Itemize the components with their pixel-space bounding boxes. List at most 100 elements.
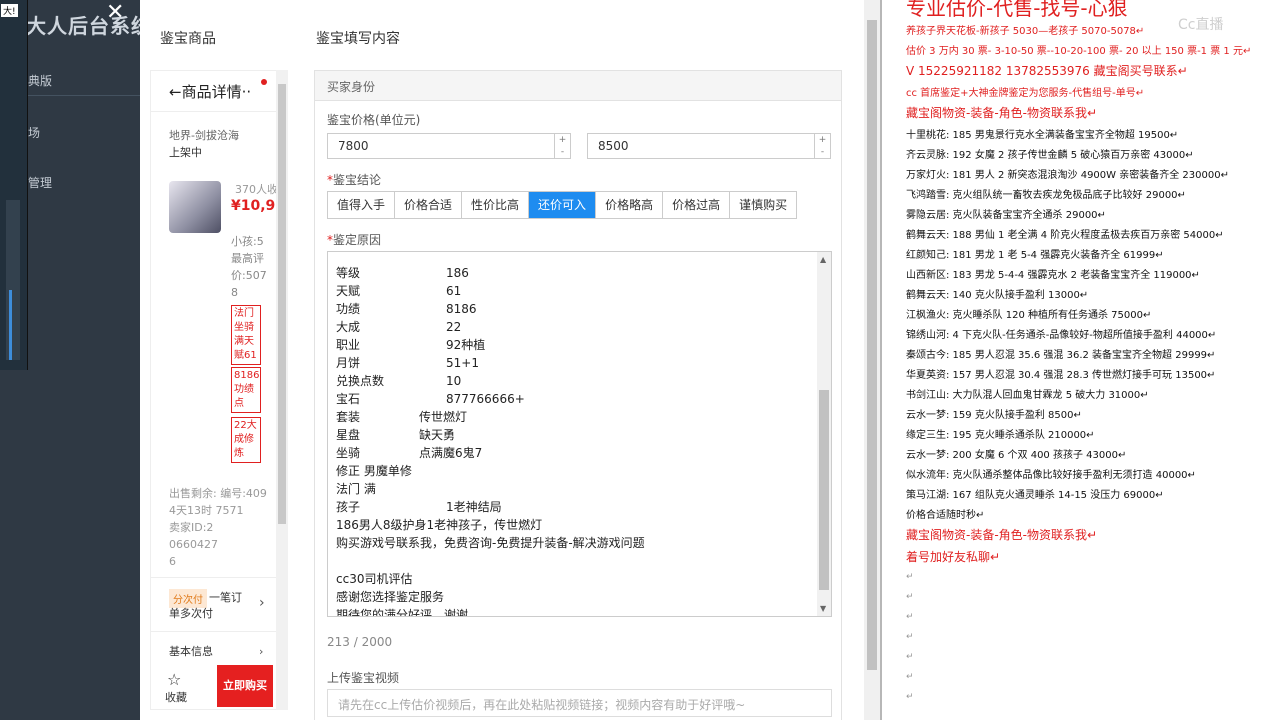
conclusion-option[interactable]: 值得入手 xyxy=(328,192,396,218)
feature-tag: 法门坐骑满天赋61 xyxy=(231,305,261,365)
notes-line: 着号加好友私聊↵ xyxy=(906,550,1001,564)
background-nav-item[interactable]: 典版 xyxy=(28,72,52,89)
paragraph-mark: ↵ xyxy=(906,592,914,602)
notes-line: 齐云灵脉: 192 女魔 2 孩子传世金麟 5 破心猿百万亲密 43000↵ xyxy=(906,150,1194,161)
notes-line: 价格合适随时秒↵ xyxy=(906,510,985,521)
scrollbar-thumb[interactable] xyxy=(819,390,829,590)
preview-scrollbar[interactable] xyxy=(276,70,288,710)
divider xyxy=(151,111,287,112)
paragraph-mark: ↵ xyxy=(906,632,914,642)
scrollbar-thumb[interactable] xyxy=(867,20,877,670)
buy-now-button[interactable]: 立即购买 xyxy=(217,665,273,707)
chevron-right-icon[interactable]: › xyxy=(259,595,265,612)
feature-tag: 22大成修炼 xyxy=(231,417,261,463)
modal-scrollbar[interactable] xyxy=(864,0,880,720)
price-min-input[interactable]: 7800 + - xyxy=(327,133,571,159)
notes-line: 十里桃花: 185 男鬼景行克水全满装备宝宝齐全物超 19500↵ xyxy=(906,130,1179,141)
reason-line: 天赋 61 xyxy=(336,284,462,298)
video-link-input[interactable]: 请先在cc上传估价视频后，再在此处粘贴视频链接；视频内容有助于好评哦~ xyxy=(327,689,832,717)
notes-line: 似水流年: 克火队通杀整体品像比较好接手盈利无须打造 40000↵ xyxy=(906,470,1196,481)
notes-line: 红颜知己: 181 男龙 1 老 5-4 强霹克火装备齐全 61999↵ xyxy=(906,250,1164,261)
reason-text: 等级 186 天赋 61 功绩 8186 大成 22 职业 92种植 月饼 51+1 兑换点数 10 宝石 8… xyxy=(336,264,816,617)
stepper-icon[interactable]: + - xyxy=(814,134,830,158)
notes-headline: 专业估价-代售-找号-心狠 xyxy=(906,0,1128,20)
background-nav-item[interactable]: 场 xyxy=(28,124,40,141)
conclusion-option[interactable]: 谨慎购买 xyxy=(730,192,796,218)
reason-line: 感谢您选择鉴定服务 xyxy=(336,590,445,604)
watermark: Cc直播 xyxy=(1178,17,1224,33)
reason-line xyxy=(336,552,816,570)
notes-line: 万家灯火: 181 男人 2 新突态混浪淘沙 4900W 亲密装备齐全 2300… xyxy=(906,170,1229,181)
star-icon[interactable]: ☆ xyxy=(167,671,181,688)
scroll-down-icon[interactable]: ▼ xyxy=(820,604,826,613)
reason-line: 兑换点数 10 xyxy=(336,374,462,388)
reason-line: cc30司机评估 xyxy=(336,572,413,586)
preview-column-title: 鉴宝商品 xyxy=(160,31,216,47)
reason-line: 套装 传世燃灯 xyxy=(336,410,468,424)
price-max-input[interactable]: 8500 + - xyxy=(587,133,831,159)
avatar xyxy=(169,181,221,233)
server-name: 地界-剑拔沧海 xyxy=(169,129,239,142)
conclusion-option[interactable]: 性价比高 xyxy=(462,192,530,218)
volume-meter[interactable] xyxy=(6,200,20,360)
notes-line: 雾隐云居: 克火队装备宝宝齐全通杀 29000↵ xyxy=(906,210,1106,221)
conclusion-option[interactable]: 价格合适 xyxy=(395,192,463,218)
reason-line: 期待您的满分好评，谢谢 xyxy=(336,608,469,617)
divider xyxy=(151,631,287,632)
conclusion-option[interactable]: 价格略高 xyxy=(596,192,664,218)
scroll-up-icon[interactable]: ▲ xyxy=(820,255,826,264)
notes-line: 秦颂古今: 185 男人忍混 35.6 强混 36.2 装备宝宝齐全物超 299… xyxy=(906,350,1216,361)
notes-panel: 专业估价-代售-找号-心狠 Cc直播 养孩子界天花板-新孩子 5030—老孩子 … xyxy=(880,0,1280,720)
notes-line: 鹤舞云天: 140 克火队接手盈利 13000↵ xyxy=(906,290,1089,301)
reason-line: 修正 男魔单修 xyxy=(336,464,412,478)
paragraph-mark: ↵ xyxy=(906,612,914,622)
notes-line: 云水一梦: 200 女魔 6 个双 400 孩孩子 43000↵ xyxy=(906,450,1127,461)
char-counter: 213 / 2000 xyxy=(327,635,393,649)
paragraph-mark: ↵ xyxy=(906,652,914,662)
sale-info: 出售剩余: 编号:409 4天13时 7571 卖家ID:2 0660427 6 xyxy=(169,487,267,568)
conclusion-option[interactable]: 价格过高 xyxy=(663,192,731,218)
close-icon[interactable]: ✕ xyxy=(106,0,124,25)
stepper-icon[interactable]: + - xyxy=(554,134,570,158)
volume-level xyxy=(9,290,12,360)
reason-line: 职业 92种植 xyxy=(336,338,486,352)
back-button[interactable]: ←商品详情·· xyxy=(169,81,251,102)
notes-line: 锦绣山河: 4 下克火队-任务通杀-品像较好-物超所值接手盈利 44000↵ xyxy=(906,330,1217,341)
form-column-title: 鉴宝填写内容 xyxy=(316,31,400,47)
reason-line: 月饼 51+1 xyxy=(336,356,479,370)
basic-info-link[interactable]: 基本信息 xyxy=(169,643,213,660)
conclusion-selector: 值得入手 价格合适 性价比高 还价可入 价格略高 价格过高 谨慎购买 xyxy=(327,191,798,219)
reason-textarea[interactable]: 等级 186 天赋 61 功绩 8186 大成 22 职业 92种植 月饼 51+1 兑换点数 10 宝石 8… xyxy=(327,251,832,617)
chevron-right-icon[interactable]: › xyxy=(259,643,263,660)
notes-line: 藏宝阁物资-装备-角色-物资联系我↵ xyxy=(906,106,1098,120)
background-app-title: 大人后台系统 xyxy=(26,14,152,38)
price: ¥10,999 xyxy=(231,198,287,214)
price-max-value: 8500 xyxy=(598,139,629,153)
notes-line: 策马江湖: 167 组队克火通灵睡杀 14-15 没压力 69000↵ xyxy=(906,490,1164,501)
notes-line: 藏宝阁物资-装备-角色-物资联系我↵ xyxy=(906,528,1098,542)
reason-line: 坐骑 点满魔6鬼7 xyxy=(336,446,483,460)
paragraph-mark: ↵ xyxy=(906,672,914,682)
notes-line: 华夏英资: 157 男人忍混 30.4 强混 28.3 传世燃灯接手可玩 135… xyxy=(906,370,1216,381)
notes-line: 估价 3 万内 30 票- 3-10-50 票--10-20-100 票- 20… xyxy=(906,46,1252,57)
reason-line: 购买游戏号联系我，免费咨询-免费提升装备-解决游戏问题 xyxy=(336,536,645,550)
scrollbar-thumb[interactable] xyxy=(278,84,286,524)
reason-line: 等级 186 xyxy=(336,266,469,280)
notification-dot xyxy=(261,79,267,85)
conclusion-option[interactable]: 还价可入 xyxy=(529,192,597,218)
notes-line: 江枫渔火: 克火睡杀队 120 种植所有任务通杀 75000↵ xyxy=(906,310,1152,321)
notes-line: 鹤舞云天: 188 男仙 1 老全满 4 阶克火程度孟极去疾百万亲密 54000… xyxy=(906,230,1224,241)
price-label: 鉴宝价格(单位元) xyxy=(327,113,421,127)
upload-label: 上传鉴宝视频 xyxy=(327,671,400,685)
conclusion-label: *鉴宝结论 xyxy=(327,173,382,187)
reason-line: 宝石 877766666+ xyxy=(336,392,525,406)
product-preview: ←商品详情·· 地界-剑拔沧海 上架中 370人收 ¥10,999 小孩:5 最… xyxy=(150,70,288,710)
reason-label: *鉴定原因 xyxy=(327,233,382,247)
notes-line: 养孩子界天花板-新孩子 5030—老孩子 5070-5078↵ xyxy=(906,26,1145,37)
installment-text: 一笔订 xyxy=(209,591,242,604)
textarea-scrollbar[interactable]: ▲ ▼ xyxy=(817,252,831,616)
reason-line: 大成 22 xyxy=(336,320,462,334)
favorite-label[interactable]: 收藏 xyxy=(165,689,187,706)
background-nav-item[interactable]: 管理 xyxy=(28,174,52,191)
appraisal-form: 买家身份 鉴宝价格(单位元) 7800 + - 8500 + - *鉴宝结论 值得入… xyxy=(314,70,842,720)
